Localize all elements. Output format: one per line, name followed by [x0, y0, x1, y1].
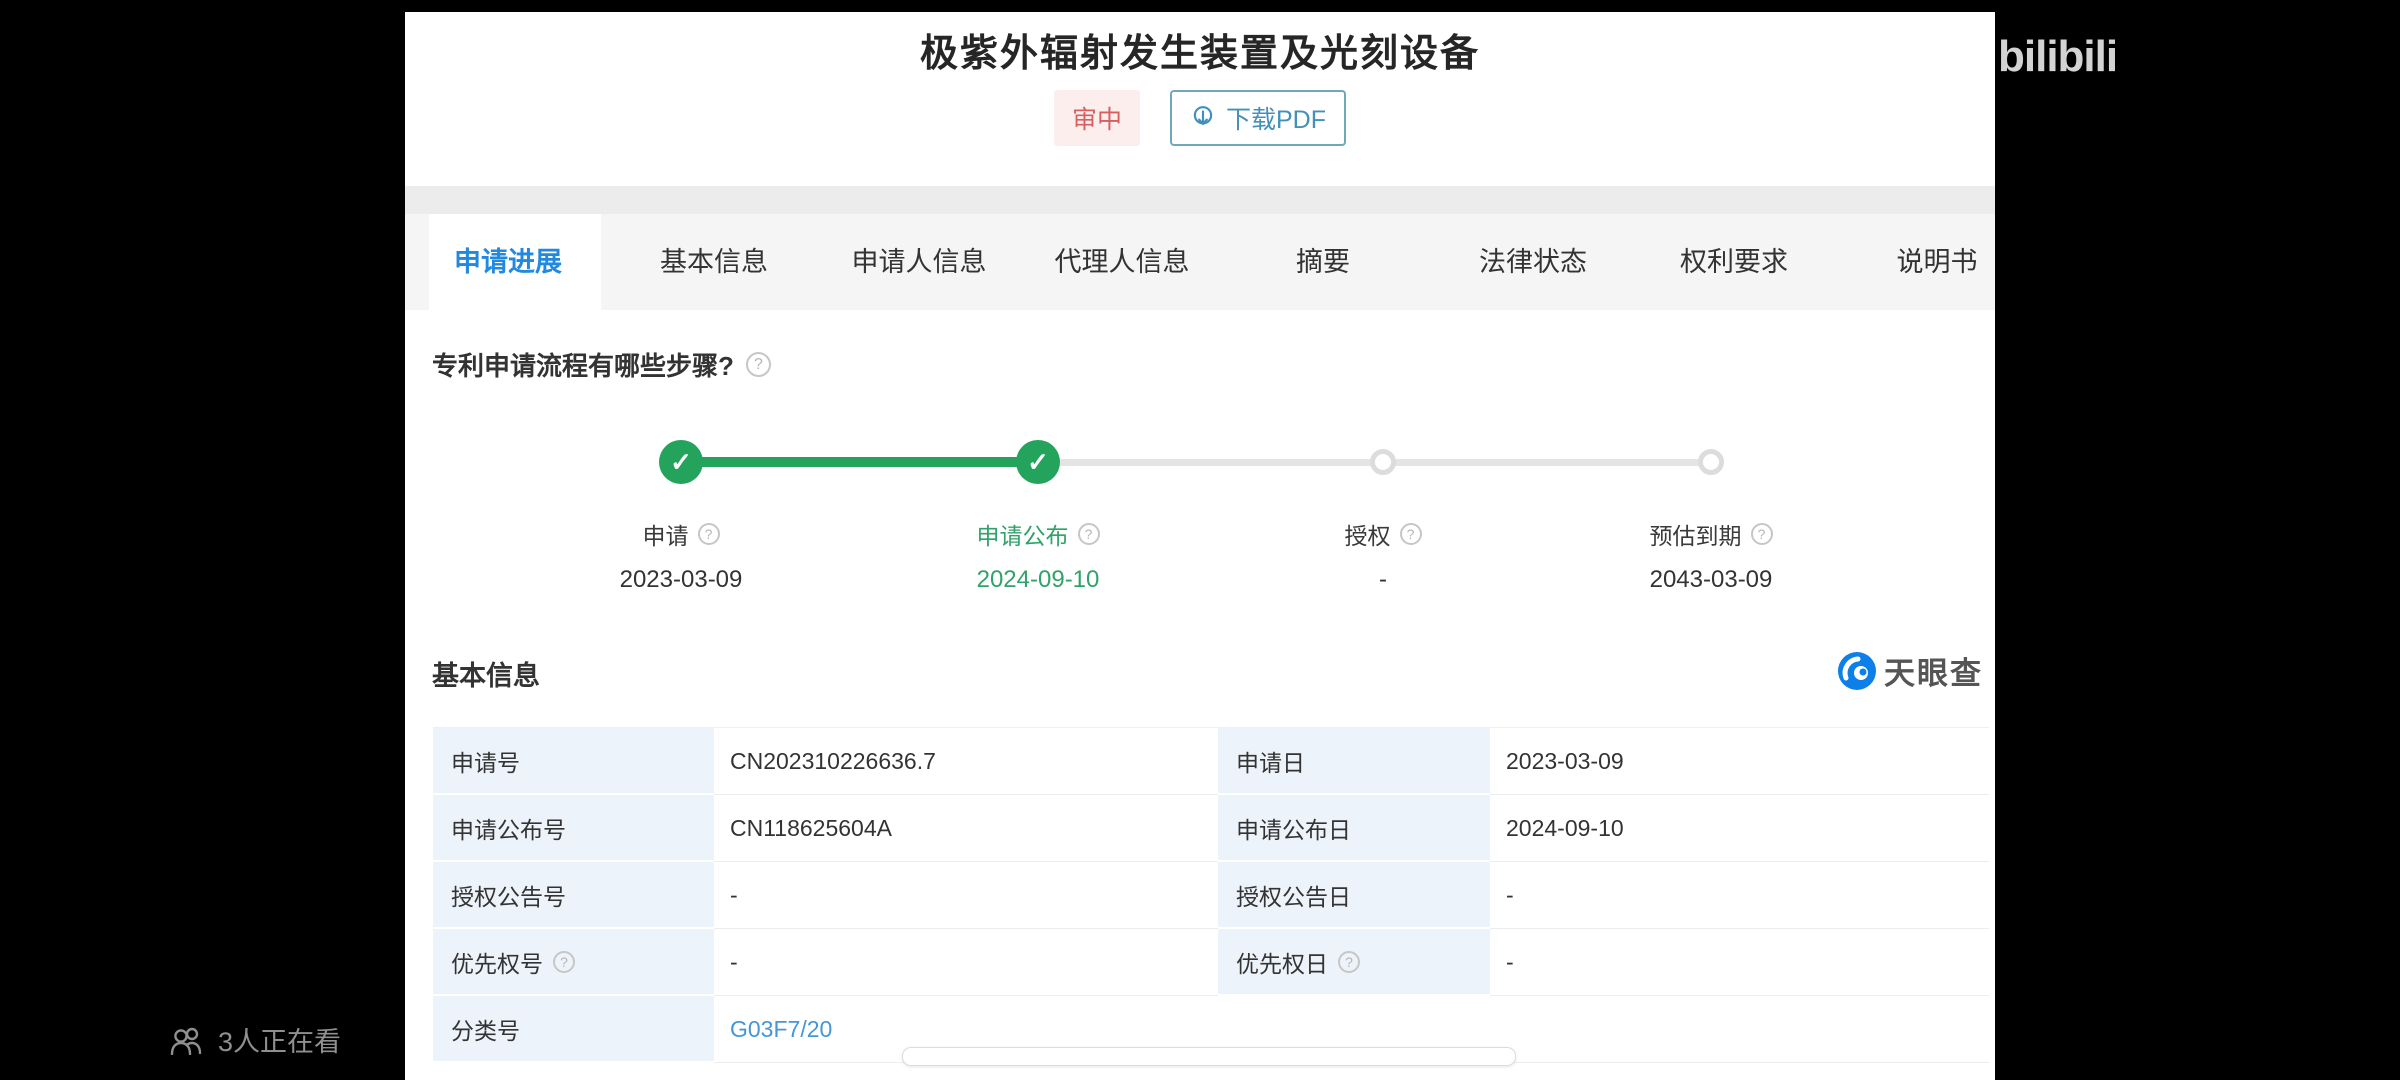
viewers-icon	[170, 1025, 206, 1055]
table-row-value: -	[714, 929, 1218, 996]
tab-list: 申请进展 基本信息申请人信息代理人信息 摘要 法律状态权利要求 说明书	[405, 214, 1995, 310]
horizontal-scrollbar-thumb[interactable]	[902, 1047, 1516, 1066]
status-badge: 审中	[1054, 90, 1140, 146]
cell-text: -	[730, 882, 738, 909]
tab-bar: 申请进展 基本信息申请人信息代理人信息 摘要 法律状态权利要求 说明书	[405, 186, 1995, 310]
step-label: 申请	[643, 517, 689, 551]
table-row-label: 申请日	[1218, 728, 1490, 795]
header-actions: 审中 下载PDF	[405, 92, 1995, 144]
help-icon[interactable]: ?	[746, 352, 771, 377]
cell-text: 授权公告号	[451, 878, 566, 912]
cell-text: 申请公布号	[451, 811, 566, 845]
tab-bar-shadow	[405, 186, 1995, 214]
video-frame: 极紫外辐射发生装置及光刻设备 审中 下载PDF 申请进展基本信息申请人信息代理人…	[0, 0, 2400, 1080]
patent-page: 极紫外辐射发生装置及光刻设备 审中 下载PDF 申请进展基本信息申请人信息代理人…	[405, 12, 1995, 1080]
watch-count-text: 3人正在看	[218, 1020, 341, 1059]
step-date: 2023-03-09	[561, 566, 801, 594]
step-label: 授权	[1345, 517, 1391, 551]
table-row-label: 授权公告号	[433, 862, 714, 929]
step-label: 预估到期	[1650, 517, 1742, 551]
watch-count-overlay: 3人正在看	[170, 1020, 341, 1059]
bilibili-logo: bilibili	[1998, 32, 2117, 82]
table-row-label: 授权公告日	[1218, 862, 1490, 929]
uploader-watermark: iax	[1842, 42, 1895, 85]
cell-text: CN118625604A	[730, 815, 892, 842]
tab-7[interactable]: 权利要求	[1680, 214, 1788, 310]
help-icon[interactable]: ?	[1078, 523, 1100, 545]
cell-text: -	[1506, 882, 1514, 909]
tianyancha-brand: 天眼查	[1837, 648, 1983, 693]
step-date: 2043-03-09	[1591, 566, 1831, 594]
progress-step-2: 申请公布? 2024-09-10	[918, 517, 1158, 594]
download-icon	[1190, 105, 1216, 131]
table-row-value: -	[1490, 862, 1989, 929]
table-row-value: -	[1490, 929, 1989, 996]
progress-track-done	[681, 457, 1038, 467]
progress-step-1: 申请? 2023-03-09	[561, 517, 801, 594]
cell-text: 申请号	[451, 744, 520, 778]
progress-heading-text: 专利申请流程有哪些步骤?	[432, 346, 734, 383]
cell-text: -	[1506, 949, 1514, 976]
step-date: 2024-09-10	[918, 566, 1158, 594]
progress-step-4: 预估到期? 2043-03-09	[1591, 517, 1831, 594]
table-row-label: 优先权日?	[1218, 929, 1490, 996]
cell-text: 申请公布日	[1236, 811, 1351, 845]
progress-step-3: 授权? -	[1263, 517, 1503, 594]
help-icon[interactable]: ?	[553, 951, 575, 973]
cell-text: CN202310226636.7	[730, 748, 936, 775]
table-row-value: -	[714, 862, 1218, 929]
classification-link[interactable]: G03F7/20	[730, 1016, 832, 1043]
tab-1[interactable]: 申请进展	[454, 214, 562, 310]
cell-text: 2024-09-10	[1506, 815, 1624, 842]
tianyancha-logo-icon	[1837, 651, 1877, 691]
step-marker-check-icon: ✓	[659, 440, 703, 484]
table-row-label: 优先权号?	[433, 929, 714, 996]
table-row-value: CN202310226636.7	[714, 728, 1218, 795]
tab-6[interactable]: 法律状态	[1479, 214, 1587, 310]
table-row-value: CN118625604A	[714, 795, 1218, 862]
tab-3[interactable]: 申请人信息	[852, 214, 987, 310]
step-label: 申请公布	[977, 517, 1069, 551]
section-heading-basic-info: 基本信息	[432, 654, 540, 693]
progress-heading: 专利申请流程有哪些步骤? ?	[432, 346, 771, 383]
table-row-label: 分类号	[433, 996, 714, 1063]
cell-text: 2023-03-09	[1506, 748, 1624, 775]
tab-2[interactable]: 基本信息	[660, 214, 768, 310]
cell-text: 授权公告日	[1236, 878, 1351, 912]
page-title: 极紫外辐射发生装置及光刻设备	[405, 22, 1995, 77]
step-marker-dot	[1370, 449, 1396, 475]
help-icon[interactable]: ?	[1751, 523, 1773, 545]
tianyancha-logo-text: 天眼查	[1884, 648, 1983, 693]
step-marker-dot	[1698, 449, 1724, 475]
tab-8[interactable]: 说明书	[1897, 214, 1978, 310]
download-label: 下载PDF	[1226, 100, 1326, 136]
table-row-value: 2023-03-09	[1490, 728, 1989, 795]
cell-text: 分类号	[451, 1012, 520, 1046]
cell-text: 申请日	[1236, 744, 1305, 778]
cell-text: 优先权号	[451, 945, 543, 979]
tab-4[interactable]: 代理人信息	[1055, 214, 1190, 310]
table-row-label: 申请公布号	[433, 795, 714, 862]
table-row-value: 2024-09-10	[1490, 795, 1989, 862]
help-icon[interactable]: ?	[1338, 951, 1360, 973]
basic-info-table: 申请号 CN202310226636.7 申请日 2023-03-09 申请公布号 CN1…	[433, 727, 1989, 1063]
table-row-label: 申请公布日	[1218, 795, 1490, 862]
table-row-label: 申请号	[433, 728, 714, 795]
help-icon[interactable]: ?	[1400, 523, 1422, 545]
tab-5[interactable]: 摘要	[1296, 214, 1350, 310]
help-icon[interactable]: ?	[698, 523, 720, 545]
cell-text: 优先权日	[1236, 945, 1328, 979]
step-date: -	[1263, 566, 1503, 594]
download-pdf-button[interactable]: 下载PDF	[1170, 90, 1346, 146]
cell-text: -	[730, 949, 738, 976]
step-marker-check-icon: ✓	[1016, 440, 1060, 484]
